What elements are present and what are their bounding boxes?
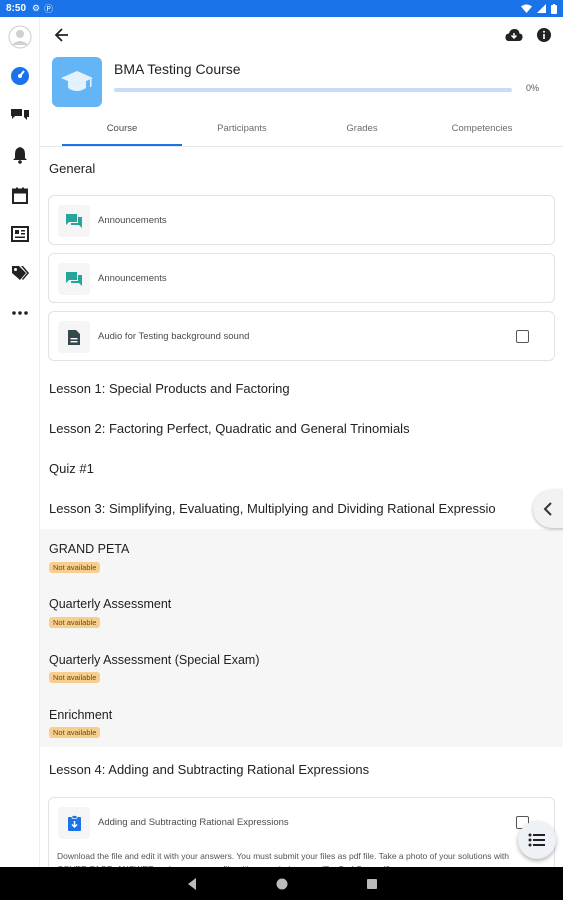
section-title[interactable]: Lesson 4: Adding and Subtracting Rationa… <box>49 762 369 777</box>
news-icon[interactable] <box>8 222 32 246</box>
gear-icon: ⚙ <box>32 3 41 13</box>
completion-checkbox[interactable] <box>516 330 529 343</box>
forum-icon <box>58 205 90 237</box>
course-index-toggle[interactable] <box>533 490 563 528</box>
not-available-badge: Not available <box>49 617 101 628</box>
course-header: BMA Testing Course 0% <box>52 57 563 109</box>
forum-icon <box>58 263 90 295</box>
activity-card[interactable]: Adding and Subtracting Rational Expressi… <box>48 797 555 867</box>
system-navigation-bar <box>0 867 563 900</box>
arrow-back-icon[interactable] <box>52 25 72 45</box>
wifi-icon <box>521 4 532 13</box>
section-title[interactable]: Lesson 3: Simplifying, Evaluating, Multi… <box>49 501 496 516</box>
restricted-sections: GRAND PETA Not available Quarterly Asses… <box>40 529 563 747</box>
section-title[interactable]: Quiz #1 <box>49 461 94 476</box>
activity-label: Audio for Testing background sound <box>98 331 250 342</box>
top-app-bar <box>40 17 563 53</box>
activity-card[interactable]: Announcements <box>48 253 555 303</box>
not-available-badge: Not available <box>49 727 101 738</box>
section-title-general[interactable]: General <box>49 161 95 176</box>
status-time: 8:50 <box>6 3 27 14</box>
tab-participants[interactable]: Participants <box>182 117 302 147</box>
tab-course[interactable]: Course <box>62 117 182 147</box>
home-nav-icon[interactable] <box>275 877 289 891</box>
calendar-icon[interactable] <box>8 183 32 207</box>
recents-nav-icon[interactable] <box>365 877 379 891</box>
tab-competencies[interactable]: Competencies <box>422 117 542 147</box>
status-right-icons <box>521 3 557 14</box>
activity-label: Announcements <box>98 215 167 226</box>
avatar[interactable] <box>8 25 32 49</box>
notifications-icon[interactable] <box>8 143 32 167</box>
chevron-left-icon <box>543 502 552 516</box>
active-tab-indicator <box>62 144 182 146</box>
activity-card[interactable]: Announcements <box>48 195 555 245</box>
activity-label: Announcements <box>98 273 167 284</box>
signal-icon <box>537 4 546 13</box>
course-page: BMA Testing Course 0% Course Participant… <box>40 17 563 867</box>
list-icon <box>528 833 545 847</box>
activity-card[interactable]: Audio for Testing background sound <box>48 311 555 361</box>
section-title[interactable]: Quarterly Assessment <box>49 597 171 611</box>
file-icon <box>58 321 90 353</box>
not-available-badge: Not available <box>49 562 101 573</box>
section-title[interactable]: Lesson 2: Factoring Perfect, Quadratic a… <box>49 421 410 436</box>
back-nav-icon[interactable] <box>185 877 199 891</box>
activity-description: Download the file and edit it with your … <box>57 851 510 867</box>
dashboard-icon[interactable] <box>8 64 32 88</box>
status-bar: 8:50 ⚙ Ⓟ <box>0 0 563 17</box>
course-progress-text: 0% <box>526 83 540 93</box>
not-available-badge: Not available <box>49 672 101 683</box>
section-title[interactable]: Lesson 1: Special Products and Factoring <box>49 381 290 396</box>
navigation-rail <box>0 17 40 867</box>
cloud-download-icon[interactable] <box>504 25 524 45</box>
assignment-icon <box>58 807 90 839</box>
course-title: BMA Testing Course <box>114 61 241 77</box>
course-tabs: Course Participants Grades Competencies <box>40 117 563 147</box>
tab-grades[interactable]: Grades <box>302 117 422 147</box>
course-progress-bar <box>114 88 512 92</box>
graduation-cap-icon <box>61 71 93 91</box>
tags-icon[interactable] <box>8 261 32 285</box>
messages-icon[interactable] <box>8 104 32 128</box>
section-title[interactable]: GRAND PETA <box>49 542 129 556</box>
activity-label: Adding and Subtracting Rational Expressi… <box>98 817 289 828</box>
p-app-icon: Ⓟ <box>44 4 54 14</box>
course-index-button[interactable] <box>518 821 556 859</box>
battery-icon <box>551 3 557 14</box>
course-image <box>52 57 102 107</box>
section-title[interactable]: Enrichment <box>49 708 112 722</box>
info-icon[interactable] <box>534 25 554 45</box>
section-title[interactable]: Quarterly Assessment (Special Exam) <box>49 653 260 667</box>
more-icon[interactable] <box>8 301 32 325</box>
